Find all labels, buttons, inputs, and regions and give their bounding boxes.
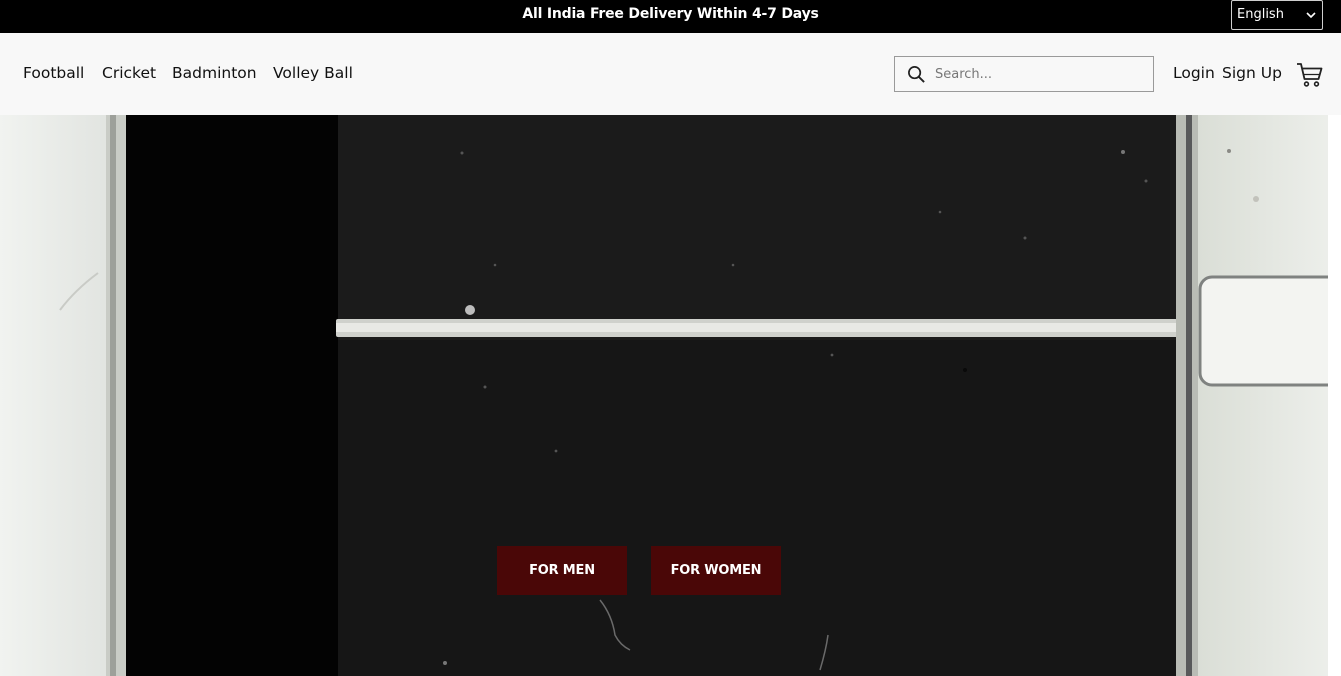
search-input[interactable]: [935, 64, 1140, 84]
announcement-text: All India Free Delivery Within 4-7 Days: [522, 6, 819, 22]
language-select[interactable]: English: [1231, 0, 1323, 30]
signup-link[interactable]: Sign Up: [1222, 64, 1282, 82]
nav-item-volley-ball[interactable]: Volley Ball: [273, 64, 353, 82]
cart-icon[interactable]: [1296, 61, 1324, 89]
chevron-down-icon: [1306, 12, 1316, 19]
nav-item-football[interactable]: Football: [23, 64, 84, 82]
announcement-bar: All India Free Delivery Within 4-7 Days …: [0, 0, 1341, 33]
shop-women-button[interactable]: FOR WOMEN: [651, 546, 781, 595]
nav-item-cricket[interactable]: Cricket: [102, 64, 156, 82]
language-select-value: English: [1237, 7, 1284, 22]
shop-men-button[interactable]: FOR MEN: [497, 546, 627, 595]
nav-item-badminton[interactable]: Badminton: [172, 64, 257, 82]
hero-banner: FOR MEN FOR WOMEN: [0, 115, 1341, 676]
main-navbar: Football Cricket Badminton Volley Ball L…: [0, 33, 1341, 115]
login-link[interactable]: Login: [1173, 64, 1215, 82]
search-box: [894, 56, 1154, 92]
search-icon: [908, 66, 925, 83]
